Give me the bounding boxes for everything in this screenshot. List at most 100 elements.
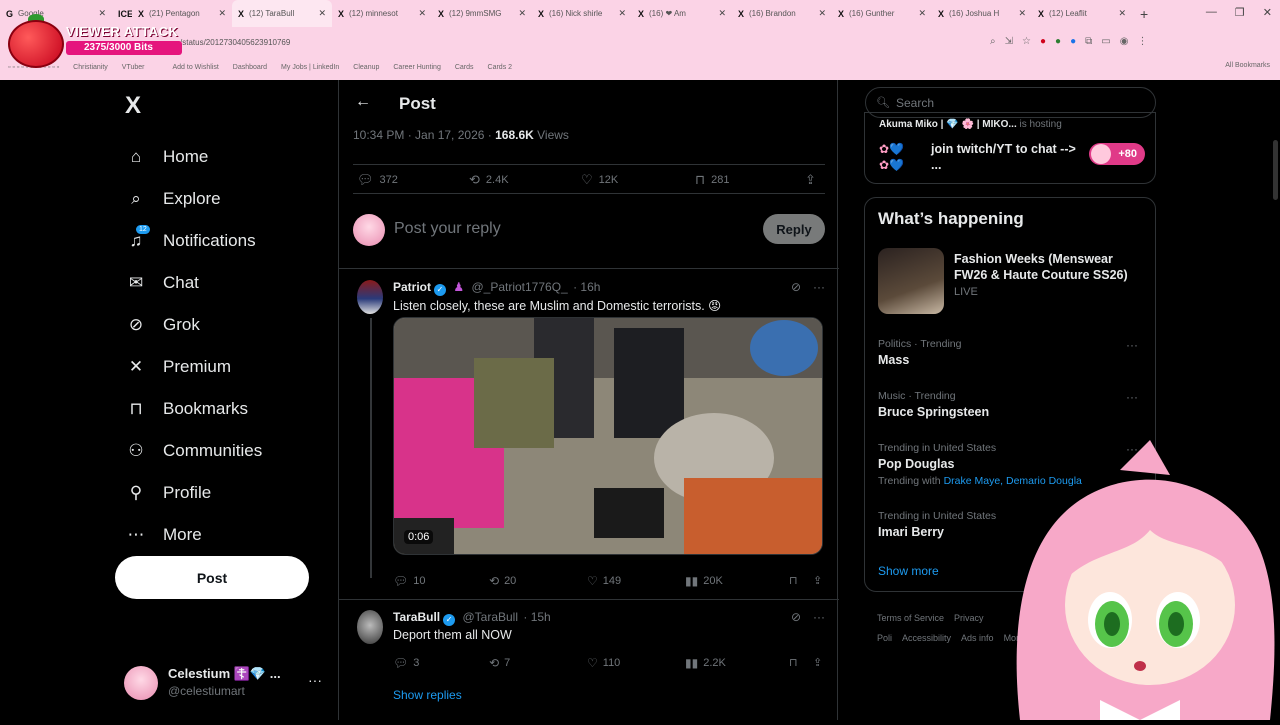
bookmark-item[interactable]: Cards 2 xyxy=(488,64,513,71)
minimize-icon[interactable]: — xyxy=(1206,6,1217,19)
browser-tab[interactable]: X (12) Leaflit ✕ xyxy=(1032,0,1132,27)
listener-count[interactable]: +80 xyxy=(1089,143,1145,165)
show-replies-link[interactable]: Show replies xyxy=(393,688,462,702)
bookmark-item[interactable]: Cleanup xyxy=(353,64,379,71)
nav-item-explore[interactable]: ⌕ Explore xyxy=(125,178,262,220)
nav-item-chat[interactable]: ✉ Chat xyxy=(125,262,262,304)
reply-item[interactable]: Patriot ✓ ♟ @_Patriot1776Q_ · 16h ⊘ ··· Li… xyxy=(339,280,839,600)
reply-author[interactable]: Patriot xyxy=(393,280,431,294)
share-icon[interactable]: ⇪ xyxy=(813,656,822,669)
reply-stat[interactable]: 💬︎ 372 xyxy=(357,172,398,188)
bookmark-stat[interactable]: ⊓ 281 xyxy=(695,172,730,188)
account-switcher[interactable]: Celestium ☦️💎 ... @celestiumart ··· xyxy=(124,666,334,700)
nav-item-bookmarks[interactable]: ⊓ Bookmarks xyxy=(125,388,262,430)
reply-stat[interactable]: 💬︎ 10 xyxy=(393,574,425,588)
nav-item-notifications[interactable]: ♫ 12 Notifications xyxy=(125,220,262,262)
live-host-card[interactable]: Akuma Miko | 💎 🌸 | MIKO... is hosting ✿💙… xyxy=(864,112,1156,184)
bookmark-item[interactable]: Add to Wishlist xyxy=(173,64,219,71)
nav-item-more[interactable]: ⋯ More xyxy=(125,514,262,556)
menu-icon[interactable]: ⋮ xyxy=(1137,36,1147,47)
browser-tab[interactable]: X (12) 9mmSMG ✕ xyxy=(432,0,532,27)
reply-input[interactable]: Post your reply xyxy=(394,220,501,238)
new-tab-icon[interactable]: + xyxy=(1140,6,1148,22)
views-stat[interactable]: ▮▮ 20K xyxy=(685,574,723,588)
footer-link[interactable]: Accessibility xyxy=(902,633,951,643)
extension-icon[interactable]: ● xyxy=(1070,36,1076,47)
trend-item[interactable]: Music · Trending Bruce Springsteen ··· xyxy=(878,390,1146,419)
more-dots-icon[interactable]: ··· xyxy=(1126,390,1138,404)
zoom-icon[interactable]: ⌕ xyxy=(990,36,996,47)
more-dots-icon[interactable]: ··· xyxy=(813,610,825,624)
show-more-link[interactable]: Show more xyxy=(878,564,939,578)
like-stat[interactable]: ♡ 110 xyxy=(587,656,620,670)
close-tab-icon[interactable]: ✕ xyxy=(218,8,226,19)
bookmark-item[interactable]: My Jobs | LinkedIn xyxy=(281,64,339,71)
browser-tab[interactable]: X (12) minnesot ✕ xyxy=(332,0,432,27)
all-bookmarks[interactable]: All Bookmarks xyxy=(1225,62,1270,69)
bookmark-item[interactable]: Christianity xyxy=(73,64,108,71)
scrollbar[interactable] xyxy=(1273,140,1278,200)
close-tab-icon[interactable]: ✕ xyxy=(98,8,106,19)
extension-icon[interactable]: ● xyxy=(1055,36,1061,47)
close-window-icon[interactable]: ✕ xyxy=(1263,6,1272,19)
reply-button[interactable]: Reply xyxy=(763,214,825,244)
trend-thumbnail[interactable] xyxy=(878,248,944,314)
extension-icon[interactable]: ● xyxy=(1040,36,1046,47)
repost-stat[interactable]: ⟲ 20 xyxy=(489,574,516,588)
x-logo[interactable]: X xyxy=(125,92,141,120)
close-tab-icon[interactable]: ✕ xyxy=(818,8,826,19)
browser-tab[interactable]: X (16) Nick shirle ✕ xyxy=(532,0,632,27)
more-dots-icon[interactable]: ··· xyxy=(308,672,322,688)
views-stat[interactable]: ▮▮ 2.2K xyxy=(685,656,726,670)
browser-tab[interactable]: X (16) ❤ Am ✕ xyxy=(632,0,732,27)
reply-handle[interactable]: @TaraBull xyxy=(462,610,518,624)
nav-item-home[interactable]: ⌂ Home xyxy=(125,136,262,178)
close-tab-icon[interactable]: ✕ xyxy=(518,8,526,19)
nav-item-premium[interactable]: ✕ Premium xyxy=(125,346,262,388)
close-tab-icon[interactable]: ✕ xyxy=(418,8,426,19)
footer-link[interactable]: Ads info xyxy=(961,633,994,643)
close-tab-icon[interactable]: ✕ xyxy=(318,8,326,19)
repost-stat[interactable]: ⟲ 2.4K xyxy=(469,172,509,188)
bookmark-item[interactable]: Dashboard xyxy=(233,64,267,71)
footer-link[interactable]: Terms of Service xyxy=(877,613,944,623)
close-tab-icon[interactable]: ✕ xyxy=(918,8,926,19)
close-tab-icon[interactable]: ✕ xyxy=(1118,8,1126,19)
browser-tab[interactable]: X (16) Brandon ✕ xyxy=(732,0,832,27)
star-icon[interactable]: ☆ xyxy=(1022,36,1031,47)
browser-tab[interactable]: X (16) Gunther ✕ xyxy=(832,0,932,27)
bookmark-item[interactable]: VTuber xyxy=(122,64,145,71)
more-dots-icon[interactable]: ··· xyxy=(813,280,825,294)
trend-item[interactable]: Politics · Trending Mass ··· xyxy=(878,338,1146,367)
browser-tab[interactable]: X (12) TaraBull ✕ xyxy=(232,0,332,27)
like-stat[interactable]: ♡ 149 xyxy=(587,574,621,588)
sidepanel-icon[interactable]: ▭ xyxy=(1101,36,1110,47)
reply-author[interactable]: TaraBull xyxy=(393,610,440,624)
nav-item-profile[interactable]: ⚲ Profile xyxy=(125,472,262,514)
browser-tab[interactable]: X (16) Joshua H ✕ xyxy=(932,0,1032,27)
like-stat[interactable]: ♡ 12K xyxy=(581,172,618,188)
close-tab-icon[interactable]: ✕ xyxy=(618,8,626,19)
close-tab-icon[interactable]: ✕ xyxy=(718,8,726,19)
profile-icon[interactable]: ◉ xyxy=(1120,36,1129,47)
close-tab-icon[interactable]: ✕ xyxy=(1018,8,1026,19)
more-dots-icon[interactable]: ··· xyxy=(1126,338,1138,352)
nav-item-communities[interactable]: ⚇ Communities xyxy=(125,430,262,472)
share-icon[interactable]: ⇪ xyxy=(805,172,822,188)
bookmark-icon[interactable]: ⊓ xyxy=(789,574,798,587)
grok-icon[interactable]: ⊘ xyxy=(791,280,801,294)
share-icon[interactable]: ⇪ xyxy=(813,574,822,587)
featured-trend-title[interactable]: Fashion Weeks (Menswear FW26 & Haute Cou… xyxy=(954,251,1144,283)
back-arrow-icon[interactable]: ← xyxy=(355,93,371,111)
reply-stat[interactable]: 💬︎ 3 xyxy=(393,656,419,670)
bookmark-icon[interactable]: ⊓ xyxy=(789,656,798,669)
video-player[interactable]: 0:06 xyxy=(393,317,823,555)
post-button[interactable]: Post xyxy=(115,556,309,599)
nav-item-grok[interactable]: ⊘ Grok xyxy=(125,304,262,346)
bookmark-item[interactable]: Cards xyxy=(455,64,474,71)
repost-stat[interactable]: ⟲ 7 xyxy=(489,656,510,670)
install-icon[interactable]: ⇲ xyxy=(1005,36,1013,47)
puzzle-icon[interactable]: ⧉ xyxy=(1085,36,1092,47)
bookmark-item[interactable]: Career Hunting xyxy=(393,64,440,71)
restore-icon[interactable]: ❐ xyxy=(1235,6,1245,19)
